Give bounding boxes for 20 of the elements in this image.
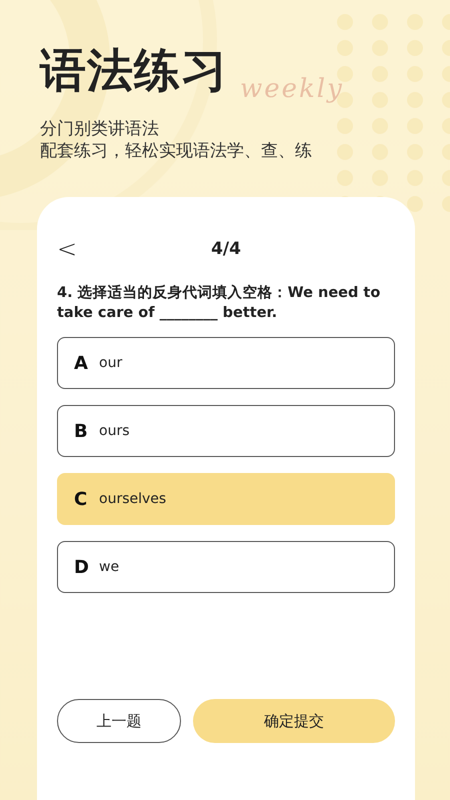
answer-option[interactable]: B ours xyxy=(57,405,395,457)
answer-option[interactable]: A our xyxy=(57,337,395,389)
answer-option[interactable]: C ourselves xyxy=(57,473,395,525)
page-title: 语法练习 xyxy=(40,42,228,99)
back-button[interactable]: < xyxy=(57,235,78,263)
question-text: 4. 选择适当的反身代词填入空格：We need to take care of ________ better. xyxy=(57,284,382,323)
progress-text: 4/4 xyxy=(211,239,241,259)
option-letter: C xyxy=(74,488,88,510)
answer-option[interactable]: D we xyxy=(57,541,395,593)
option-letter: D xyxy=(74,556,90,578)
subtitle-text: 配套练习，轻松实现语法学、查、练 xyxy=(40,141,312,161)
submit-button[interactable]: 确定提交 xyxy=(193,699,395,743)
option-letter: A xyxy=(74,352,89,374)
option-letter: B xyxy=(74,420,89,442)
option-text: we xyxy=(99,559,120,575)
option-text: ours xyxy=(99,423,130,439)
subtitle-text: 分门别类讲语法 xyxy=(40,119,159,139)
option-text: our xyxy=(99,355,122,371)
option-text: ourselves xyxy=(99,491,166,507)
previous-button[interactable]: 上一题 xyxy=(57,699,181,743)
